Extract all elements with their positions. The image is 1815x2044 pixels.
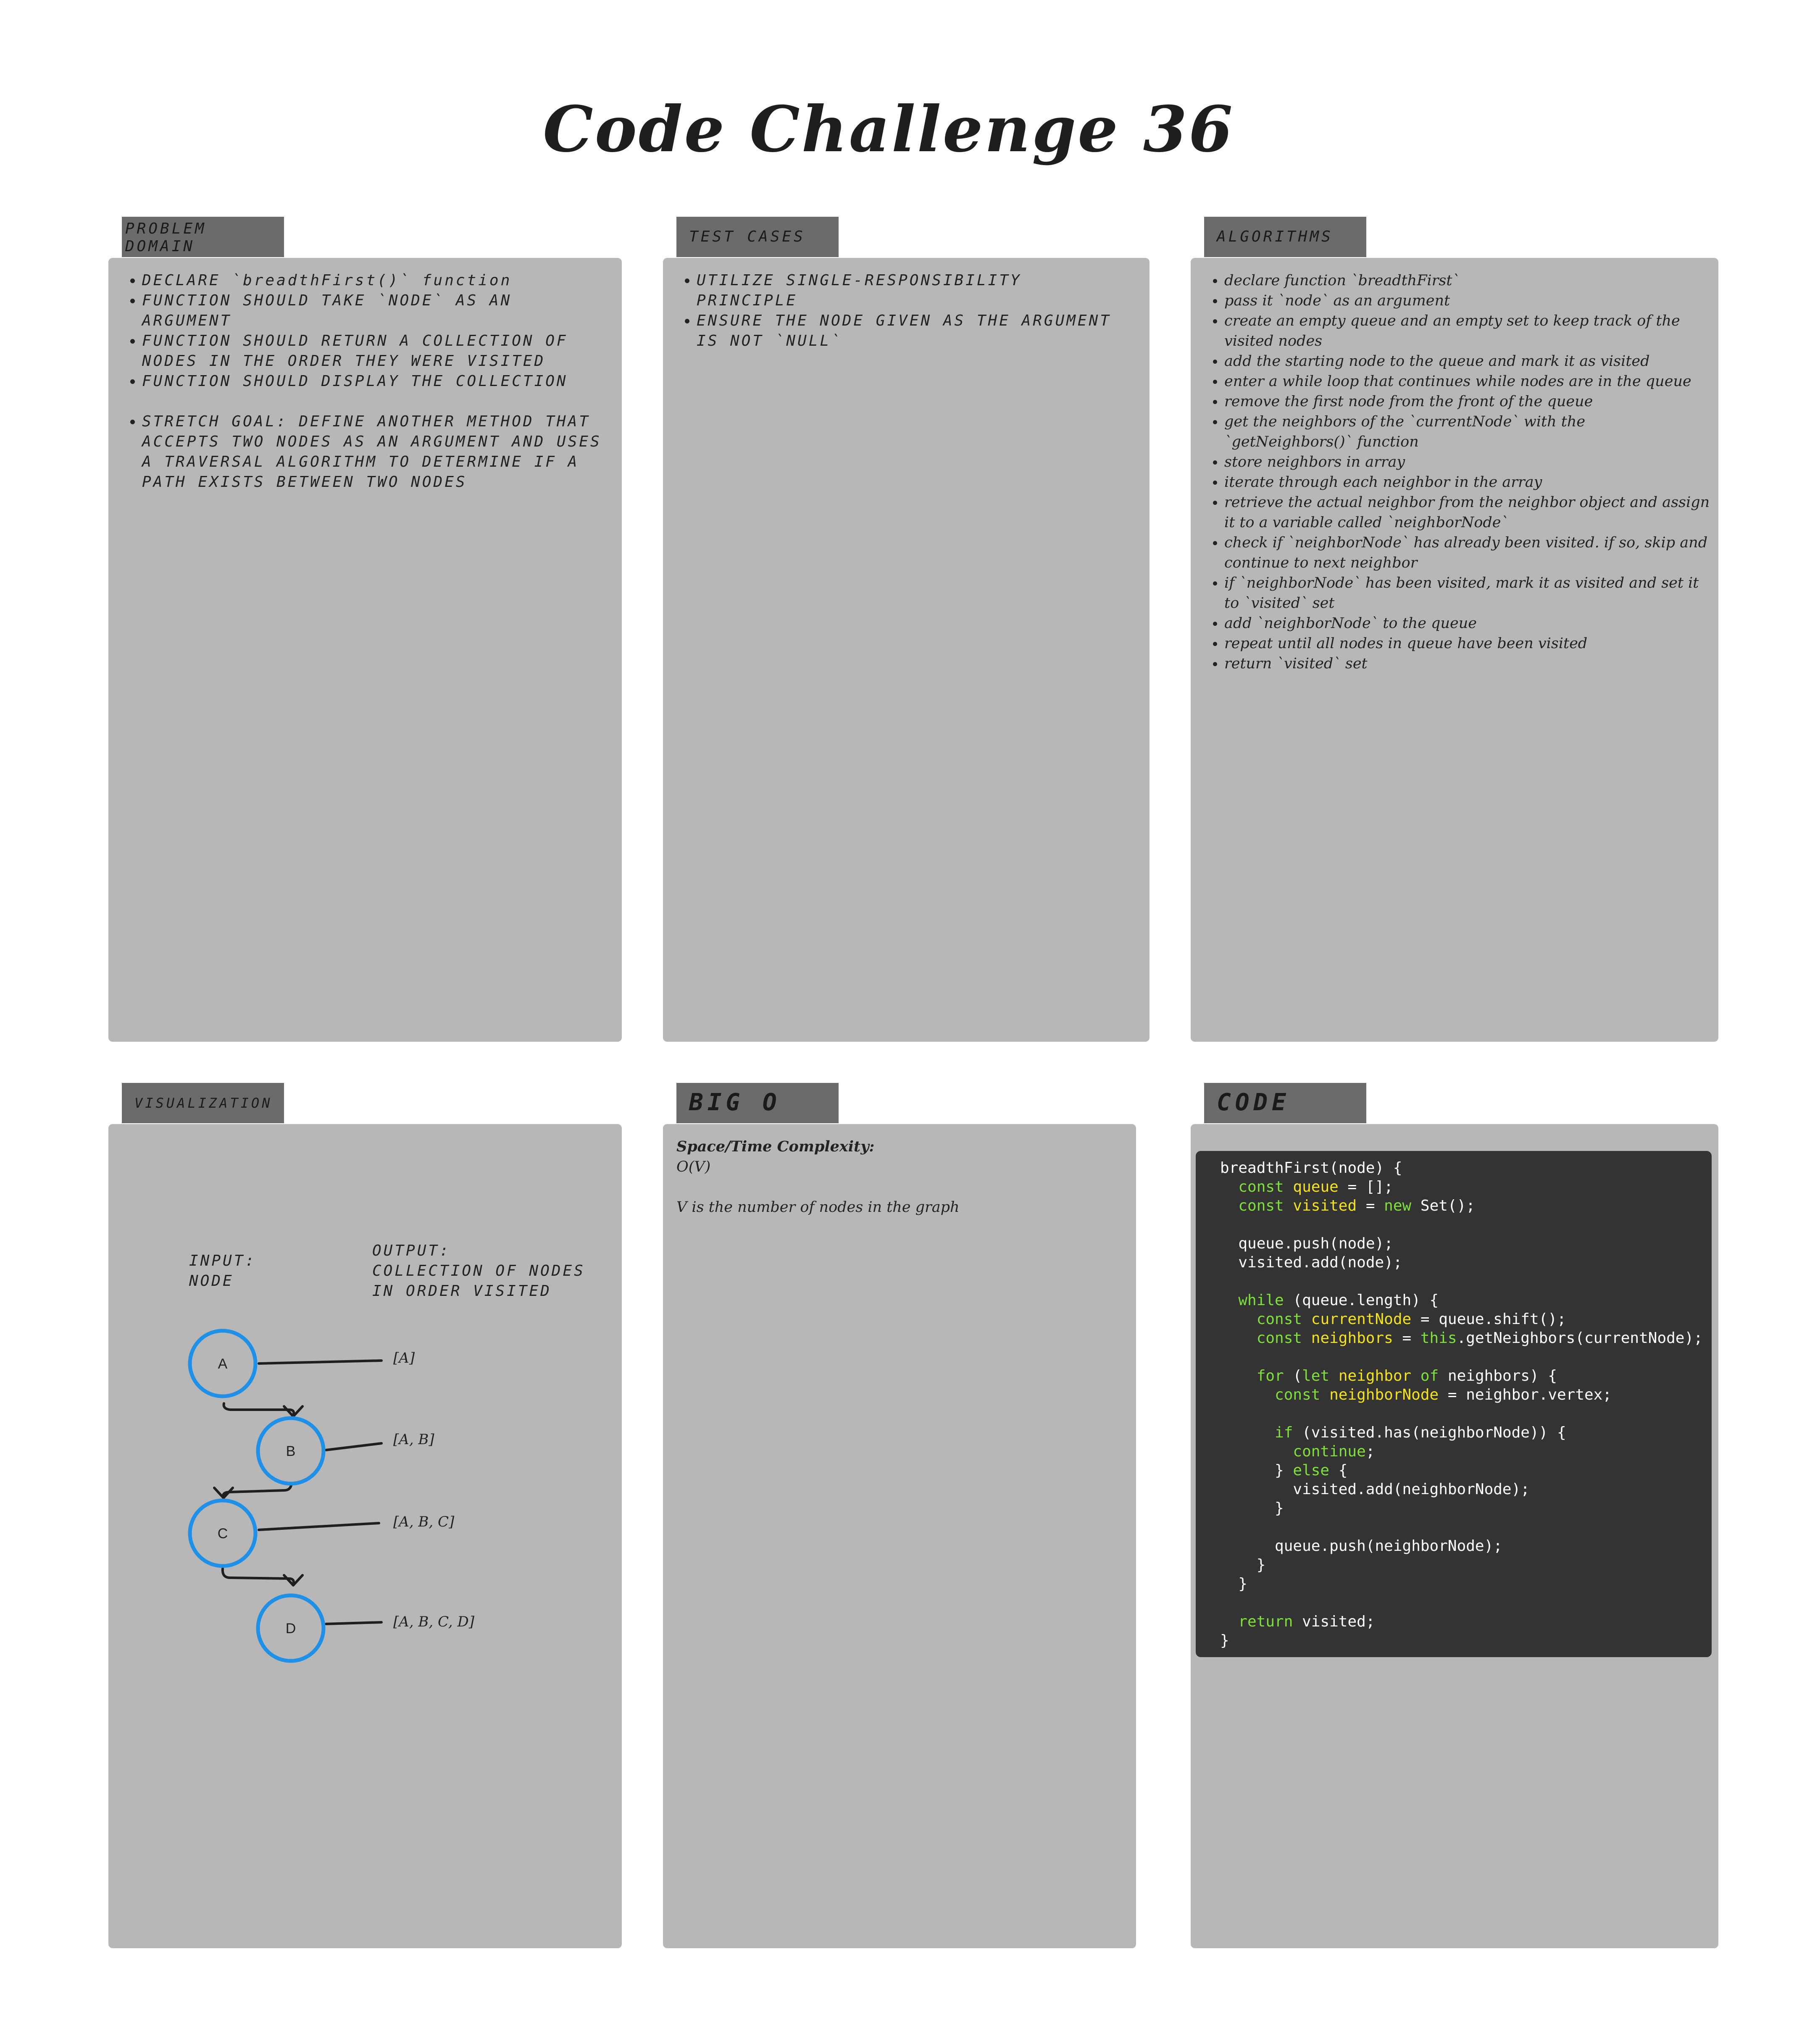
code-line: queue.push(node); — [1238, 1235, 1393, 1252]
list-item: FUNCTION SHOULD RETURN A COLLECTION OF N… — [142, 331, 605, 371]
connector-line — [325, 1621, 383, 1625]
complexity-note: V is the number of nodes in the graph — [676, 1199, 960, 1216]
list-item: get the neighbors of the `currentNode` w… — [1224, 412, 1710, 452]
big-o-panel — [663, 1124, 1136, 1948]
node-label: D — [286, 1621, 296, 1637]
code-line: } — [1220, 1575, 1248, 1592]
list-item: STRETCH GOAL: DEFINE ANOTHER METHOD THAT… — [142, 412, 605, 492]
problem-domain-list: DECLARE `breadthFirst()` function FUNCTI… — [108, 271, 605, 492]
test-cases-tab: TEST CASES — [676, 217, 839, 257]
node-label: C — [218, 1526, 228, 1542]
code-line: queue.push(neighborNode); — [1275, 1537, 1502, 1555]
list-item: create an empty queue and an empty set t… — [1224, 311, 1710, 351]
output-value: [A] — [393, 1350, 415, 1366]
connector-line — [258, 1522, 380, 1531]
code-line: } — [1220, 1556, 1266, 1574]
big-o-tab: BIG O — [676, 1083, 839, 1123]
list-item: check if `neighborNode` has already been… — [1224, 533, 1710, 573]
code-text: breadthFirst(node) { const queue = []; c… — [1220, 1159, 1712, 1650]
arrow-c-to-d — [221, 1567, 295, 1586]
list-spacer — [142, 391, 605, 412]
code-line: const currentNode = queue.shift(); — [1256, 1311, 1566, 1328]
code-line: for (let neighbor of neighbors) { — [1256, 1367, 1557, 1385]
node-label: A — [218, 1356, 228, 1372]
test-cases-panel: UTILIZE SINGLE-RESPONSIBILITY PRINCIPLE … — [663, 258, 1150, 1042]
code-line: return visited; — [1238, 1613, 1375, 1630]
list-item: enter a while loop that continues while … — [1224, 371, 1710, 391]
list-item: return `visited` set — [1224, 654, 1710, 674]
list-item: UTILIZE SINGLE-RESPONSIBILITY PRINCIPLE — [697, 271, 1128, 311]
code-line: const visited = new Set(); — [1238, 1197, 1475, 1214]
code-line: breadthFirst(node) { — [1220, 1159, 1402, 1177]
algorithms-tab: ALGORITHMS — [1204, 217, 1366, 257]
test-cases-list: UTILIZE SINGLE-RESPONSIBILITY PRINCIPLE … — [663, 271, 1128, 351]
code-line: } else { — [1220, 1462, 1348, 1479]
code-line: if (visited.has(neighborNode)) { — [1275, 1424, 1566, 1441]
code-line: } — [1220, 1500, 1284, 1517]
complexity-heading: Space/Time Complexity: — [676, 1138, 875, 1155]
code-line: while (queue.length) { — [1238, 1292, 1439, 1309]
traversal-diagram: A B C D [A] [A, B] [A, B, C] [A, B, C, D… — [188, 1329, 475, 1663]
code-tab: CODE — [1204, 1083, 1366, 1123]
visualization-tab: VISUALIZATION — [122, 1083, 284, 1123]
list-item: pass it `node` as an argument — [1224, 291, 1710, 311]
output-value: [A, B, C, D] — [393, 1613, 475, 1630]
list-item: add `neighborNode` to the queue — [1224, 613, 1710, 633]
page-title: Code Challenge 36 — [543, 92, 1234, 166]
list-item: retrieve the actual neighbor from the ne… — [1224, 492, 1710, 533]
list-item: ENSURE THE NODE GIVEN AS THE ARGUMENT IS… — [697, 311, 1128, 351]
list-item: add the starting node to the queue and m… — [1224, 351, 1710, 371]
list-item: repeat until all nodes in queue have bee… — [1224, 633, 1710, 654]
list-item: FUNCTION SHOULD DISPLAY THE COLLECTION — [142, 371, 605, 391]
code-line: visited.add(node); — [1238, 1254, 1402, 1271]
code-line: } — [1220, 1632, 1229, 1649]
code-line: const queue = []; — [1238, 1178, 1393, 1195]
problem-domain-tab: PROBLEM DOMAIN — [122, 217, 284, 257]
code-line: const neighbors = this.getNeighbors(curr… — [1256, 1329, 1703, 1347]
code-block: breadthFirst(node) { const queue = []; c… — [1196, 1151, 1712, 1657]
list-item: iterate through each neighbor in the arr… — [1224, 472, 1710, 492]
list-item: DECLARE `breadthFirst()` function — [142, 271, 605, 291]
output-value: [A, B, C] — [393, 1513, 455, 1530]
algorithms-list: declare function `breadthFirst`pass it `… — [1191, 271, 1710, 674]
output-value: [A, B] — [393, 1431, 434, 1448]
list-item: if `neighborNode` has been visited, mark… — [1224, 573, 1710, 613]
connector-line — [325, 1442, 383, 1451]
code-line: visited.add(neighborNode); — [1293, 1481, 1530, 1498]
node-label: B — [286, 1443, 296, 1459]
complexity-value: O(V) — [676, 1159, 711, 1175]
connector-line — [258, 1359, 383, 1365]
algorithms-panel: declare function `breadthFirst`pass it `… — [1191, 258, 1718, 1042]
list-item: FUNCTION SHOULD TAKE `NODE` AS AN ARGUME… — [142, 291, 605, 331]
list-item: remove the first node from the front of … — [1224, 391, 1710, 412]
problem-domain-panel: DECLARE `breadthFirst()` function FUNCTI… — [108, 258, 622, 1042]
list-item: store neighbors in array — [1224, 452, 1710, 472]
code-line: const neighborNode = neighbor.vertex; — [1275, 1386, 1612, 1403]
code-line: continue; — [1293, 1443, 1375, 1460]
list-item: declare function `breadthFirst` — [1224, 271, 1710, 291]
arrow-a-to-b — [222, 1402, 295, 1417]
